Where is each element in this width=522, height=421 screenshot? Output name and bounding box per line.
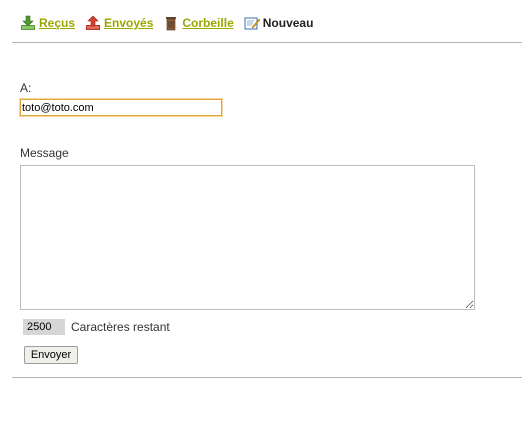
nav-label-nouveau: Nouveau bbox=[262, 16, 314, 30]
compose-icon bbox=[244, 17, 260, 30]
nav-item-recus[interactable]: Reçus bbox=[20, 15, 75, 31]
nav-item-nouveau: Nouveau bbox=[244, 15, 314, 31]
inbox-download-icon bbox=[21, 15, 35, 30]
mail-nav: Reçus Envoyés Corbeille Nouveau bbox=[20, 13, 323, 33]
message-textarea[interactable] bbox=[20, 165, 475, 310]
send-button[interactable]: Envoyer bbox=[24, 346, 78, 364]
remaining-count: 2500 bbox=[23, 319, 65, 335]
nav-link-envoyes[interactable]: Envoyés bbox=[104, 16, 153, 30]
char-counter: 2500 Caractères restant bbox=[23, 318, 170, 336]
top-divider bbox=[12, 42, 522, 43]
message-label: Message bbox=[20, 146, 69, 160]
remaining-label: Caractères restant bbox=[71, 320, 170, 334]
to-label: A: bbox=[20, 81, 32, 95]
nav-link-recus[interactable]: Reçus bbox=[39, 16, 75, 30]
nav-item-envoyes[interactable]: Envoyés bbox=[85, 15, 153, 31]
recipient-input[interactable] bbox=[19, 98, 223, 117]
outbox-upload-icon bbox=[86, 15, 101, 30]
trash-bin-icon bbox=[166, 17, 177, 31]
nav-link-corbeille[interactable]: Corbeille bbox=[182, 16, 233, 30]
nav-item-corbeille[interactable]: Corbeille bbox=[163, 15, 234, 31]
bottom-divider bbox=[12, 377, 522, 378]
